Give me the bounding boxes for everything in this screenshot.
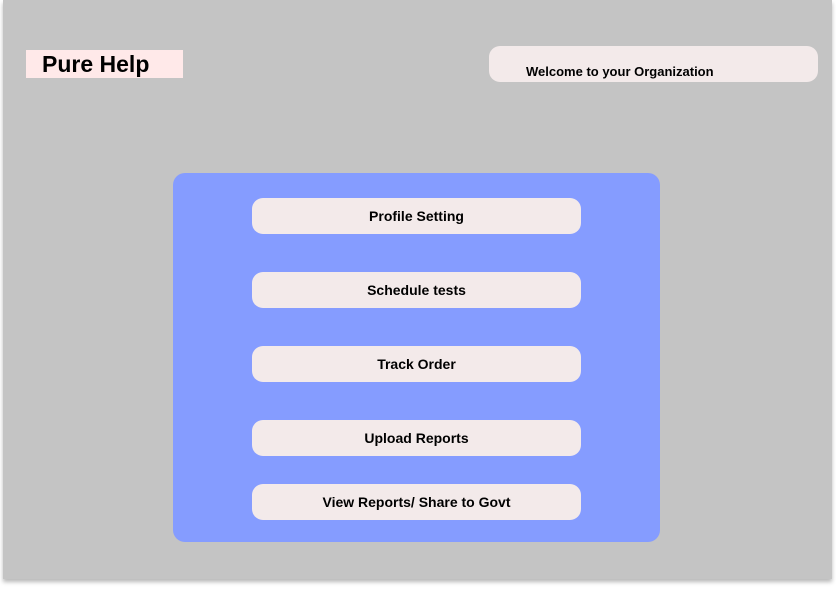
menu-panel: Profile Setting Schedule tests Track Ord… bbox=[173, 173, 660, 542]
app-frame: Pure Help Welcome to your Organization P… bbox=[3, 0, 832, 579]
welcome-text: Welcome to your Organization bbox=[526, 64, 714, 79]
track-order-button[interactable]: Track Order bbox=[252, 346, 581, 382]
button-label: View Reports/ Share to Govt bbox=[322, 494, 511, 510]
profile-setting-button[interactable]: Profile Setting bbox=[252, 198, 581, 234]
schedule-tests-button[interactable]: Schedule tests bbox=[252, 272, 581, 308]
brand-name: Pure Help bbox=[42, 51, 150, 77]
upload-reports-button[interactable]: Upload Reports bbox=[252, 420, 581, 456]
button-label: Track Order bbox=[377, 356, 456, 372]
brand-logo: Pure Help bbox=[26, 50, 183, 78]
welcome-banner: Welcome to your Organization bbox=[489, 46, 818, 82]
button-label: Schedule tests bbox=[367, 282, 466, 298]
button-label: Upload Reports bbox=[364, 430, 469, 446]
button-label: Profile Setting bbox=[369, 208, 464, 224]
view-reports-share-button[interactable]: View Reports/ Share to Govt bbox=[252, 484, 581, 520]
